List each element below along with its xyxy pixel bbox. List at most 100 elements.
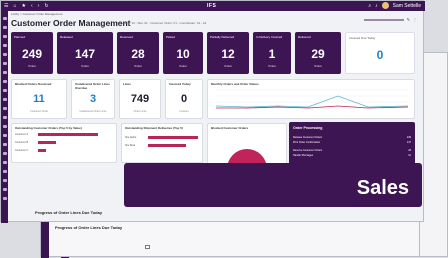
- page-title: Customer Order Management: [11, 18, 131, 28]
- kpi-label: Partially Delivered: [210, 35, 235, 39]
- refresh-icon[interactable]: ↻: [44, 3, 48, 9]
- nav-icon[interactable]: [2, 80, 7, 83]
- series-line-1: [215, 95, 409, 108]
- sales-label: Sales: [356, 177, 409, 199]
- card-title: Lines: [123, 82, 131, 86]
- nav-icon[interactable]: [2, 152, 7, 155]
- nav-icon[interactable]: [2, 143, 7, 146]
- row-label: Print Order Confirmation: [293, 141, 321, 144]
- kpi-value: 28: [131, 47, 145, 61]
- nav-icon[interactable]: [2, 125, 7, 128]
- sales-banner[interactable]: Sales: [124, 163, 422, 207]
- card-title: Blocked Customer Orders: [211, 126, 249, 130]
- app-logo: IFS: [207, 3, 217, 9]
- row-value: 147: [406, 141, 411, 144]
- bar[interactable]: [38, 149, 46, 152]
- nav-icon[interactable]: [2, 170, 7, 173]
- forward-icon[interactable]: ›: [38, 3, 40, 9]
- bar[interactable]: [148, 144, 186, 147]
- bookmark-icon[interactable]: ★: [22, 3, 26, 9]
- process-row[interactable]: Handle Shortages 10: [293, 154, 411, 157]
- card-title: Blocked Orders Received: [15, 82, 52, 86]
- kpi-planned[interactable]: Planned 249 Orders: [11, 32, 53, 74]
- nav-icon[interactable]: [2, 188, 7, 191]
- nav-icon[interactable]: [2, 62, 7, 65]
- kpi-label: In Delivery Invoiced: [256, 35, 283, 39]
- kpi-released[interactable]: Released 147 Orders: [57, 32, 113, 74]
- bar[interactable]: [148, 136, 198, 139]
- home-icon[interactable]: ⌂: [13, 3, 16, 9]
- card-lines[interactable]: Lines 749 Order Lines: [119, 79, 161, 119]
- nav-icon[interactable]: [2, 197, 7, 200]
- menu-icon[interactable]: ☰: [4, 3, 8, 9]
- expand-icon[interactable]: [145, 245, 150, 249]
- kpi-picked[interactable]: Picked 10 Orders: [163, 32, 203, 74]
- card-undelivered-overdue[interactable]: Undelivered Order Lines Overdue 3 Undeli…: [71, 79, 115, 119]
- search-icon[interactable]: ⌕: [368, 3, 371, 9]
- toolbar: ✎ ⋮: [363, 17, 417, 22]
- card-blocked-received[interactable]: Blocked Orders Received 11 Customer Orde…: [11, 79, 67, 119]
- chart-title: Outstanding Customer Orders (Top 5 by Va…: [15, 126, 82, 130]
- nav-icon[interactable]: [2, 26, 7, 29]
- kpi-label: Released: [60, 35, 73, 39]
- zoom-slider[interactable]: [363, 18, 404, 21]
- card-invoiced-today[interactable]: Invoiced Today 0 Invoices: [165, 79, 203, 119]
- kpi-invoiced-due[interactable]: Invoiced Due Today 0: [345, 32, 415, 74]
- bar-label: Site Beta: [125, 144, 136, 147]
- avatar[interactable]: [381, 2, 389, 9]
- nav-icon[interactable]: [2, 107, 7, 110]
- kpi-in-delivery[interactable]: In Delivery Invoiced 1 Orders: [253, 32, 291, 74]
- line-chart: [215, 89, 409, 109]
- top-bar: ☰ ⌂ ★ ‹ › ↻ IFS ⌕ ♪ Sam Settelle: [1, 1, 425, 11]
- card-unit: Order Lines: [133, 110, 147, 113]
- kpi-unit: Orders: [314, 65, 322, 68]
- back-icon[interactable]: ‹: [31, 3, 33, 9]
- card-title: Undelivered Order Lines Overdue: [75, 82, 110, 90]
- card-unit: Customer Order: [30, 110, 48, 113]
- nav-icon[interactable]: [2, 53, 7, 56]
- kpi-delivered[interactable]: Delivered 29 Orders: [295, 32, 341, 74]
- more-icon[interactable]: ⋮: [413, 17, 417, 22]
- nav-icon[interactable]: [2, 17, 7, 20]
- kpi-unit: Orders: [268, 65, 276, 68]
- nav-icon[interactable]: [2, 134, 7, 137]
- page-context: Company: 10 - Site: 01 - Customer Order:…: [117, 21, 207, 25]
- nav-icon[interactable]: [2, 116, 7, 119]
- card-unit: Invoices: [179, 110, 189, 113]
- nav-icon[interactable]: [2, 71, 7, 74]
- progress-title: Progress of Order Lines Due Today: [35, 210, 103, 215]
- kpi-label: Invoiced Due Today: [349, 36, 376, 40]
- user-name[interactable]: Sam Settelle: [393, 3, 421, 9]
- breadcrumb[interactable]: Lobby > Customer Order Management: [11, 12, 62, 16]
- back-title: Progress of Order Lines Due Today: [55, 225, 123, 230]
- kpi-label: Planned: [14, 35, 26, 39]
- nav-icon[interactable]: [2, 35, 7, 38]
- nav-icon[interactable]: [2, 161, 7, 164]
- kpi-unit: Orders: [28, 65, 36, 68]
- kpi-unit: Orders: [81, 65, 89, 68]
- bar-label: Customer C: [15, 149, 29, 152]
- bell-icon[interactable]: ♪: [375, 3, 378, 9]
- row-label: Release Customer Orders: [293, 136, 323, 139]
- kpi-value: 12: [221, 47, 235, 61]
- outstanding-orders-chart: Outstanding Customer Orders (Top 5 by Va…: [11, 123, 117, 163]
- edit-icon[interactable]: ✎: [407, 17, 410, 22]
- card-title: Invoiced Today: [169, 82, 191, 86]
- process-row[interactable]: Reserve Customer Orders 28: [293, 149, 411, 152]
- nav-icon[interactable]: [2, 44, 7, 47]
- row-label: Handle Shortages: [293, 154, 314, 157]
- bar[interactable]: [38, 133, 98, 136]
- kpi-reserved[interactable]: Reserved 28 Orders: [117, 32, 159, 74]
- kpi-unit: Orders: [179, 65, 187, 68]
- process-row[interactable]: Release Customer Orders 249: [293, 136, 411, 139]
- kpi-label: Delivered: [298, 35, 311, 39]
- main-window: ☰ ⌂ ★ ‹ › ↻ IFS ⌕ ♪ Sam Settelle Lobby >…: [0, 0, 425, 223]
- kpi-value: 249: [21, 47, 43, 61]
- kpi-partially-delivered[interactable]: Partially Delivered 12 Orders: [207, 32, 249, 74]
- process-row[interactable]: Print Order Confirmation 147: [293, 141, 411, 144]
- nav-icon[interactable]: [2, 98, 7, 101]
- bar-label: Site Alpha: [125, 136, 137, 139]
- nav-icon[interactable]: [2, 89, 7, 92]
- nav-icon[interactable]: [2, 179, 7, 182]
- bar[interactable]: [38, 141, 56, 144]
